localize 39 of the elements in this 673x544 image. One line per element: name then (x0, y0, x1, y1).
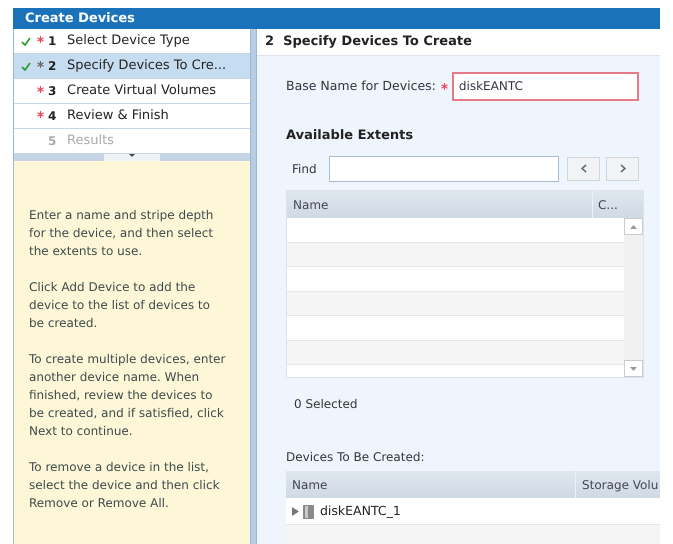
checkmark-icon (21, 62, 31, 70)
checkmark-icon (21, 36, 31, 46)
required-asterisk-icon (36, 111, 44, 118)
required-asterisk-icon (36, 86, 44, 93)
selection-count: 0 Selected (293, 396, 358, 413)
section-title: Devices To Be Created: (286, 449, 426, 466)
help-paragraph: Click Add Device to add the device to the list of devices to be created. (29, 279, 211, 332)
scroll-down-button[interactable] (624, 360, 643, 377)
help-paragraph: Enter a name and stripe depth for the device, and then select the extents to use. (29, 207, 214, 260)
table-row[interactable] (287, 242, 624, 267)
table-row[interactable] (286, 525, 660, 544)
right-chevron-icon (620, 164, 626, 173)
down-arrow-icon (129, 154, 135, 158)
previous-button[interactable] (567, 156, 600, 180)
base-name-field[interactable]: diskEANTC (452, 72, 639, 100)
up-arrow-icon (630, 224, 637, 228)
section-title: Available Extents (286, 126, 414, 144)
required-asterisk-icon (36, 36, 44, 43)
help-paragraph: To remove a device in the list, select the device and then click Remove or Remove All. (29, 459, 221, 512)
scroll-up-button[interactable] (624, 218, 643, 235)
table-row[interactable] (287, 292, 624, 316)
column-header[interactable]: Storage Volu (576, 471, 660, 498)
find-label: Find (291, 160, 318, 178)
scrollbar[interactable] (624, 218, 643, 377)
required-asterisk-icon (36, 61, 44, 68)
column-header[interactable]: C... (593, 191, 643, 218)
field-label: Base Name for Devices: (286, 76, 436, 95)
collapsed-triangle-icon[interactable] (291, 506, 299, 516)
window-title: Create Devices (13, 8, 660, 29)
next-button[interactable] (606, 156, 639, 180)
splitter-bar[interactable] (14, 154, 250, 161)
wizard-step[interactable]: 2 Specify Devices To Cre... (14, 54, 250, 79)
down-arrow-icon (630, 366, 637, 370)
device-name: diskEANTC_1 (320, 502, 401, 520)
page-heading: 2 Specify Devices To Create (265, 33, 472, 51)
left-chevron-icon (580, 164, 586, 173)
find-field[interactable] (329, 156, 559, 182)
help-paragraph: To create multiple devices, enter another device name. When finished, review the devices to be created, and if satisfied, click Next to continue. (29, 351, 226, 440)
table-row[interactable] (287, 340, 624, 365)
